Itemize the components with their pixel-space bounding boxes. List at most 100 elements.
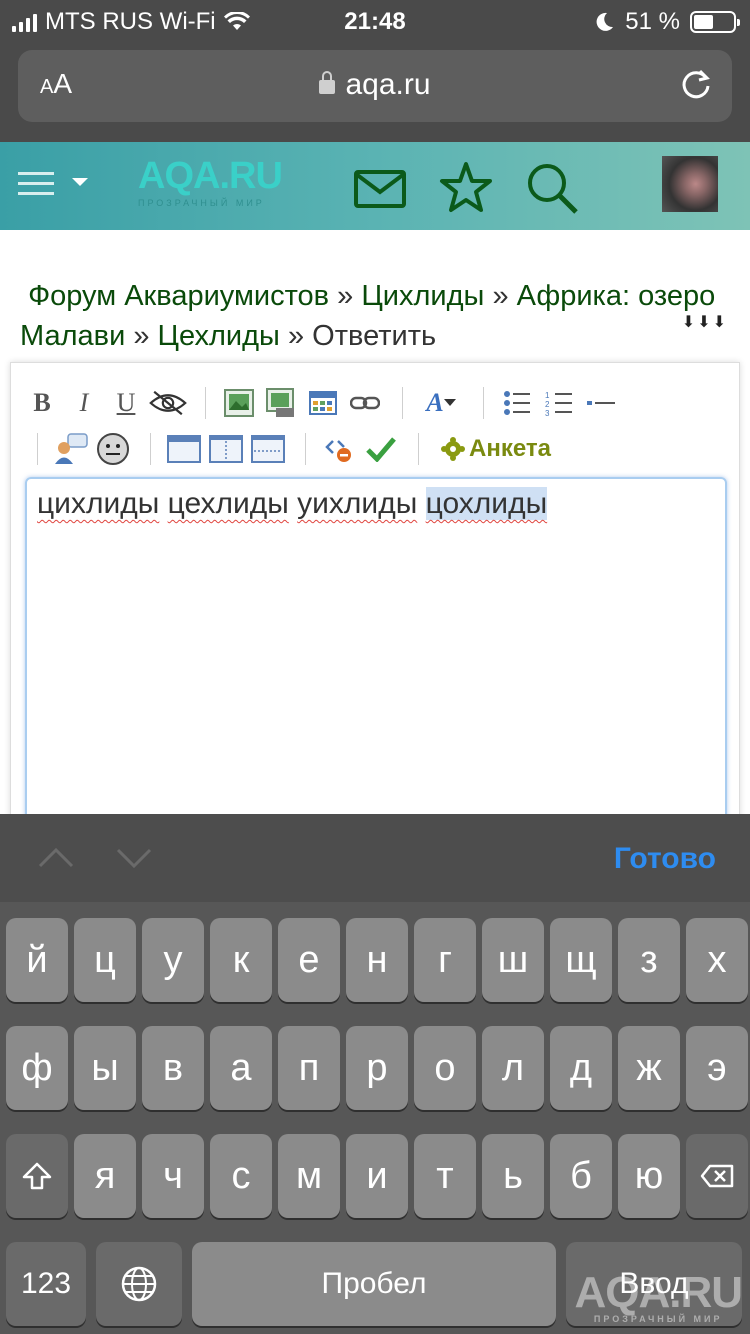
chevron-up-icon[interactable] [38,846,74,870]
reload-icon[interactable] [678,66,714,102]
key[interactable]: я [74,1134,136,1218]
link-icon [350,396,380,410]
remove-format-button[interactable] [320,431,358,467]
image-upload-icon [266,388,294,417]
bullet-list-button[interactable] [498,385,536,421]
address-bar[interactable]: AA aqa.ru [18,50,732,122]
key[interactable]: э [686,1026,748,1110]
moon-icon [596,12,614,31]
chevron-down-icon[interactable] [116,846,152,870]
globe-key[interactable] [96,1242,182,1326]
key[interactable]: е [278,918,340,1002]
code-remove-icon [325,440,351,462]
backspace-icon [700,1164,734,1188]
hide-text-button[interactable] [149,385,187,421]
underline-button[interactable]: U [107,385,145,421]
horizontal-rule-icon [587,401,615,405]
key[interactable]: ф [6,1026,68,1110]
mail-icon[interactable] [352,160,408,216]
breadcrumb-link-topic[interactable]: Цехлиды [158,320,280,352]
key[interactable]: л [482,1026,544,1110]
star-icon[interactable] [438,160,494,216]
key[interactable]: б [550,1134,612,1218]
key[interactable]: щ [550,918,612,1002]
key[interactable]: ж [618,1026,680,1110]
toolbar-divider [483,387,484,419]
lock-icon [319,71,336,94]
bullet-list-icon [504,391,530,415]
window-icon [167,435,201,463]
user-avatar[interactable] [662,156,718,212]
breadcrumb-link-forum[interactable]: Форум Аквариумистов [28,280,329,312]
image-icon [224,389,254,417]
spoiler-button[interactable] [165,431,203,467]
svg-text:2: 2 [545,400,550,409]
insert-link-button[interactable] [346,385,384,421]
eye-slash-icon [149,390,187,416]
key[interactable]: ы [74,1026,136,1110]
battery-percent: 51 % [625,8,680,35]
toolbar-divider [205,387,206,419]
shift-key[interactable] [6,1134,68,1218]
message-word-selected: цохлиды [425,487,548,520]
key[interactable]: и [346,1134,408,1218]
key[interactable]: ь [482,1134,544,1218]
key[interactable]: д [550,1026,612,1110]
quote-button[interactable] [52,431,90,467]
key[interactable]: й [6,918,68,1002]
message-word: цехлиды [167,487,289,520]
key[interactable]: п [278,1026,340,1110]
columns-button[interactable] [207,431,245,467]
spellcheck-button[interactable] [362,431,400,467]
bold-button[interactable]: B [23,385,61,421]
done-button[interactable]: Готово [614,842,716,876]
key[interactable]: ю [618,1134,680,1218]
keyboard: й ц у к е н г ш щ з х ф ы в а п р о л д … [0,902,750,1334]
numbers-key[interactable]: 123 [6,1242,86,1326]
insert-table-button[interactable] [304,385,342,421]
columns-icon [209,435,243,463]
horizontal-rule-button[interactable] [582,385,620,421]
key[interactable]: ц [74,918,136,1002]
scroll-down-icon[interactable]: ⬇⬇⬇ [682,312,728,332]
font-color-button[interactable]: A [417,385,465,421]
site-logo[interactable]: AQA.RU ПРОЗРАЧНЫЙ МИР [138,156,298,216]
chevron-down-icon [72,178,88,186]
backspace-key[interactable] [686,1134,748,1218]
search-icon[interactable] [524,160,580,216]
battery-level [694,15,714,29]
message-textarea[interactable]: цихлиды цехлиды уихлиды цохлиды [25,477,727,837]
space-key[interactable]: Пробел [192,1242,556,1326]
toolbar-divider [150,433,151,465]
key[interactable]: з [618,918,680,1002]
key[interactable]: а [210,1026,272,1110]
key[interactable]: т [414,1134,476,1218]
numbered-list-button[interactable]: 1 2 3 [540,385,578,421]
breadcrumb-link-cichlids[interactable]: Цихлиды [361,280,484,312]
key[interactable]: с [210,1134,272,1218]
rows-button[interactable] [249,431,287,467]
key[interactable]: ш [482,918,544,1002]
quote-user-icon [55,433,88,464]
smiley-button[interactable] [94,431,132,467]
editor-toolbar-row2: Анкета [37,431,551,467]
key[interactable]: р [346,1026,408,1110]
key[interactable]: г [414,918,476,1002]
key[interactable]: н [346,918,408,1002]
italic-button[interactable]: I [65,385,103,421]
url-text[interactable]: aqa.ru [345,68,430,101]
key[interactable]: х [686,918,748,1002]
key[interactable]: м [278,1134,340,1218]
anketa-button[interactable]: Анкета [441,435,551,463]
browser-chrome: MTS RUS Wi-Fi 21:48 51 % AA aqa.ru [0,0,750,142]
key[interactable]: ч [142,1134,204,1218]
upload-image-button[interactable] [262,385,300,421]
battery-icon [690,11,740,33]
key[interactable]: о [414,1026,476,1110]
svg-text:1: 1 [545,391,550,400]
insert-image-button[interactable] [220,385,258,421]
key[interactable]: в [142,1026,204,1110]
menu-button[interactable] [18,168,88,202]
key[interactable]: у [142,918,204,1002]
key[interactable]: к [210,918,272,1002]
